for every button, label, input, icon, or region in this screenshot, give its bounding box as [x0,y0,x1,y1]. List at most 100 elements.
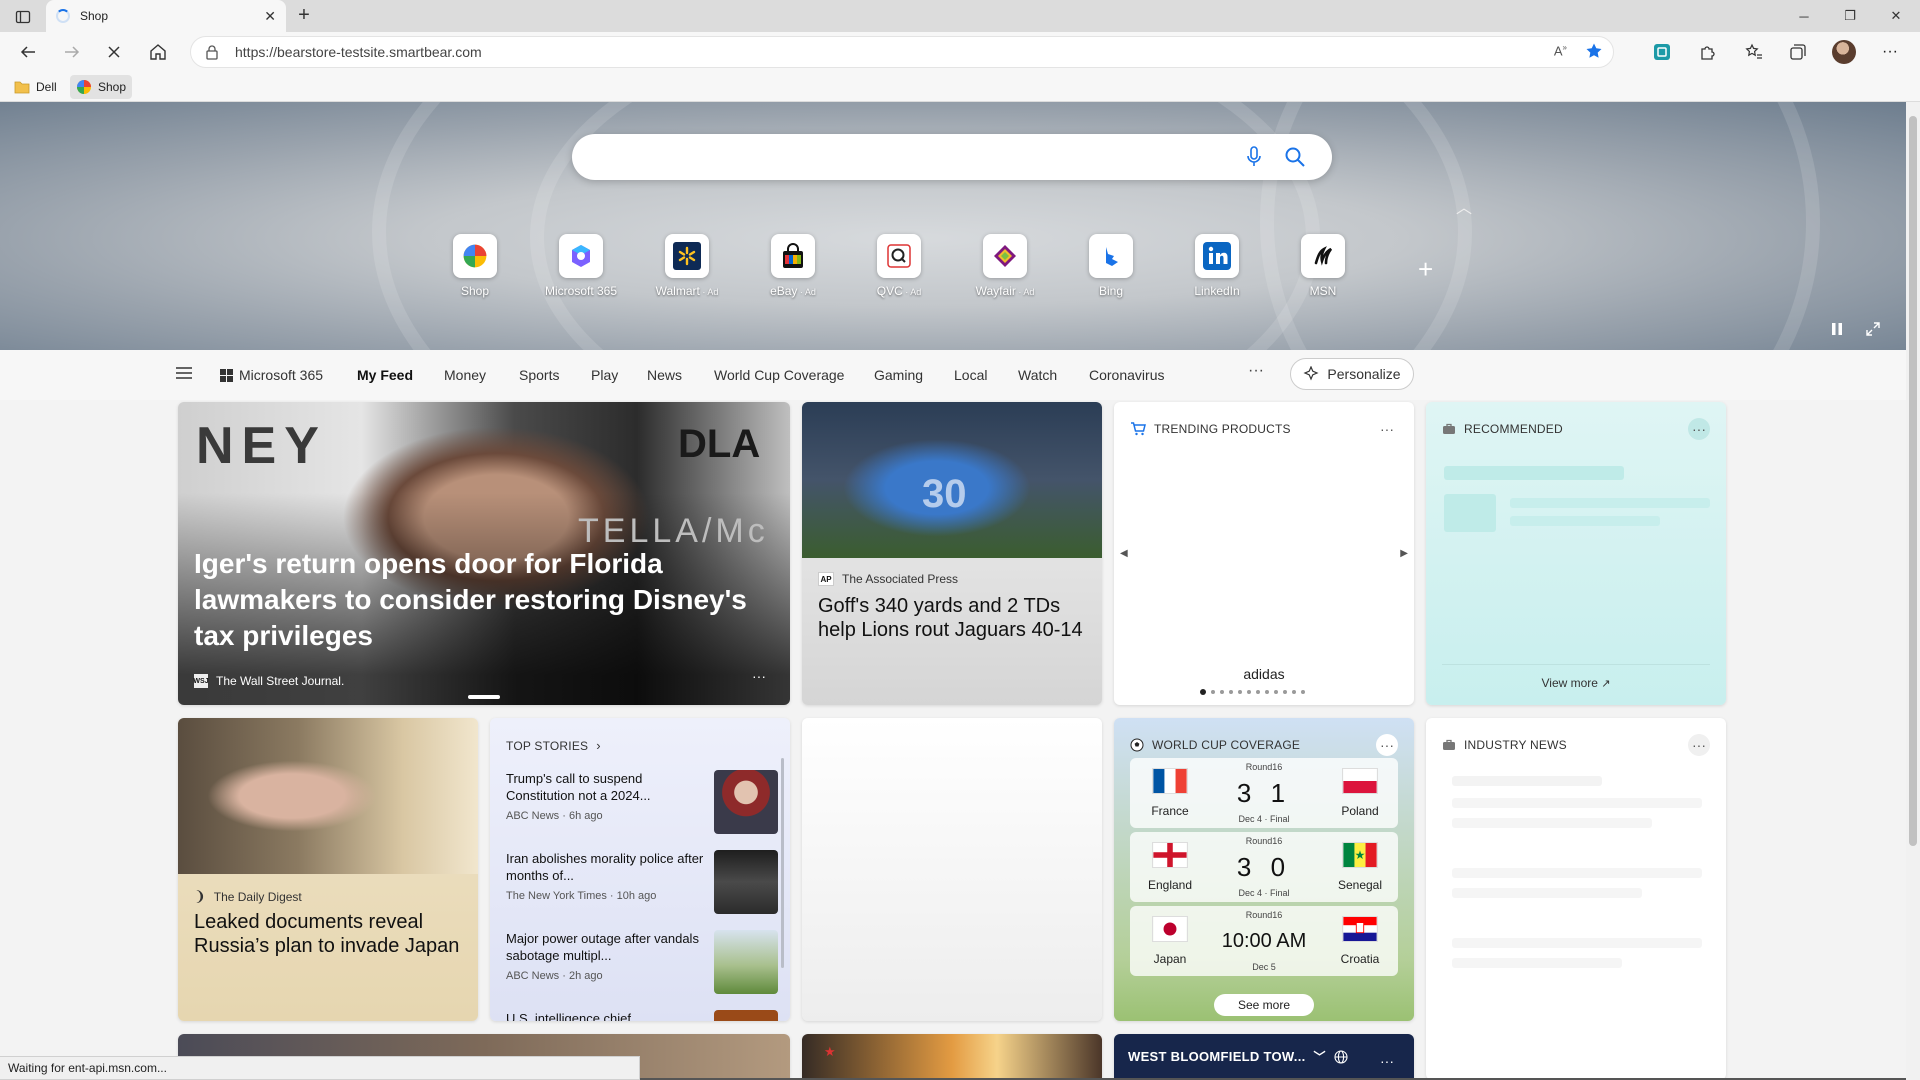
quick-link-wayfair[interactable]: Wayfair · Ad [960,234,1050,298]
favorite-star-icon[interactable] [1585,42,1603,60]
weather-location[interactable]: WEST BLOOMFIELD TOW... ﹀ [1128,1048,1348,1065]
quick-link-shop[interactable]: Shop [430,234,520,298]
nav-item-money[interactable]: Money [444,367,486,383]
nav-more-button[interactable]: ··· [1248,362,1264,380]
minimize-button[interactable]: ─ [1782,0,1826,32]
nav-item-play[interactable]: Play [591,367,618,383]
stop-loading-button[interactable] [100,38,128,66]
nav-item-my-feed[interactable]: My Feed [357,367,413,383]
list-item[interactable]: U.S. intelligence chief [506,1010,778,1021]
quick-link-msn[interactable]: MSN [1278,234,1368,298]
tab-actions-button[interactable] [10,6,36,28]
card-more-icon[interactable]: ··· [1688,418,1710,440]
address-url[interactable]: https://bearstore-testsite.smartbear.com [235,44,482,60]
story-card-iger[interactable]: NEY DLA TELLA/Mc Iger's return opens doo… [178,402,790,705]
card-more-icon[interactable]: ··· [1688,734,1710,756]
pager-dot-active[interactable] [1200,689,1206,695]
story-card-putin[interactable]: ❩ The Daily Digest Leaked documents reve… [178,718,478,1021]
favorite-shop[interactable]: Shop [70,75,133,99]
list-item[interactable]: Major power outage after vandals sabotag… [506,930,778,1000]
collections-button[interactable] [1784,38,1812,66]
menu-icon[interactable] [176,366,192,380]
profile-button[interactable] [1830,38,1858,66]
nav-item-sports[interactable]: Sports [519,367,559,383]
match-row[interactable]: Japan Round16 10:00 AM Dec 5 Croatia [1130,906,1398,976]
match-row[interactable]: England Round16 3 0 Dec 4 · Final Senega… [1130,832,1398,902]
list-scrollbar[interactable] [781,758,784,968]
pager-dot[interactable] [1247,690,1251,694]
match-row[interactable]: France Round16 3 1 Dec 4 · Final Poland [1130,758,1398,828]
tab-close-icon[interactable]: ✕ [264,8,276,25]
pager-dot[interactable] [1220,690,1224,694]
quick-link-walmart[interactable]: Walmart · Ad [642,234,732,298]
story-card-partial[interactable]: ★ [802,1034,1102,1080]
favorite-dell[interactable]: Dell [8,75,63,99]
card-more-icon[interactable]: ··· [1376,734,1398,756]
list-item[interactable]: Trump's call to suspend Constitution not… [506,770,778,840]
story-title[interactable]: Trump's call to suspend Constitution not… [506,770,706,804]
forward-button[interactable] [58,38,86,66]
top-stories-header-link[interactable]: TOP STORIES › [506,738,601,753]
carousel-prev-icon[interactable]: ◀ [1120,548,1128,559]
pager-dot[interactable] [1274,690,1278,694]
see-more-button[interactable]: See more [1214,994,1314,1016]
nav-item-coronavirus[interactable]: Coronavirus [1089,367,1164,383]
browser-tab[interactable]: Shop ✕ [46,0,286,32]
lock-icon[interactable] [205,44,223,60]
nav-item-world-cup[interactable]: World Cup Coverage [714,367,844,383]
story-card-lions[interactable]: 30 AP The Associated Press Goff's 340 ya… [802,402,1102,705]
close-window-button[interactable]: ✕ [1874,0,1918,32]
extensions-button[interactable] [1694,38,1722,66]
story-headline[interactable]: Iger's return opens door for Florida law… [194,546,774,654]
expand-icon[interactable] [1866,322,1880,336]
back-button[interactable] [14,38,42,66]
quick-link-ebay[interactable]: eBay · Ad [748,234,838,298]
extension-button-1[interactable] [1648,38,1676,66]
product-brand[interactable]: adidas [1114,666,1414,682]
carousel-pager[interactable] [1200,689,1305,695]
nav-item-gaming[interactable]: Gaming [874,367,923,383]
quick-link-bing[interactable]: Bing [1066,234,1156,298]
story-title[interactable]: Major power outage after vandals sabotag… [506,930,706,964]
story-title[interactable]: Iran abolishes morality police after mon… [506,850,706,884]
story-headline[interactable]: Goff's 340 yards and 2 TDs help Lions ro… [818,594,1090,642]
story-headline[interactable]: Leaked documents reveal Russia’s plan to… [194,910,466,958]
card-more-icon[interactable]: ··· [1376,1050,1398,1072]
new-tab-button[interactable]: + [292,4,316,28]
pager-dot[interactable] [1283,690,1287,694]
search-icon[interactable] [1284,146,1306,168]
carousel-next-icon[interactable]: ▶ [1400,548,1408,559]
card-more-icon[interactable]: ··· [1376,418,1398,440]
nav-item-local[interactable]: Local [954,367,987,383]
pager-dot[interactable] [1265,690,1269,694]
scrollbar-thumb[interactable] [1909,116,1917,846]
collapse-chevron-icon[interactable]: ︿ [1456,194,1472,218]
pager-dot[interactable] [1256,690,1260,694]
microphone-icon[interactable] [1246,146,1262,168]
pager-dot[interactable] [1301,690,1305,694]
home-button[interactable] [144,38,172,66]
quick-link-microsoft365[interactable]: Microsoft 365 [536,234,626,298]
story-more-icon[interactable]: ··· [752,668,766,684]
nav-item-news[interactable]: News [647,367,682,383]
address-bar[interactable]: https://bearstore-testsite.smartbear.com… [190,36,1614,68]
nav-item-watch[interactable]: Watch [1018,367,1057,383]
view-more-link[interactable]: View more ↗ [1426,676,1726,690]
carousel-indicator[interactable] [468,695,500,699]
pager-dot[interactable] [1238,690,1242,694]
pager-dot[interactable] [1211,690,1215,694]
add-shortcut-icon[interactable]: + [1418,254,1433,285]
quick-link-qvc[interactable]: QVC · Ad [854,234,944,298]
read-aloud-icon[interactable]: A» [1554,43,1567,58]
restore-button[interactable]: ❐ [1828,0,1872,32]
pager-dot[interactable] [1229,690,1233,694]
settings-more-button[interactable]: ··· [1876,38,1904,66]
story-title[interactable]: U.S. intelligence chief [506,1010,706,1021]
page-scrollbar[interactable] [1906,102,1920,1080]
pager-dot[interactable] [1292,690,1296,694]
quick-link-linkedin[interactable]: LinkedIn [1172,234,1262,298]
nav-item-microsoft365[interactable]: Microsoft 365 [220,367,323,383]
favorites-button[interactable] [1740,38,1768,66]
personalize-button[interactable]: Personalize [1290,358,1414,390]
list-item[interactable]: Iran abolishes morality police after mon… [506,850,778,920]
